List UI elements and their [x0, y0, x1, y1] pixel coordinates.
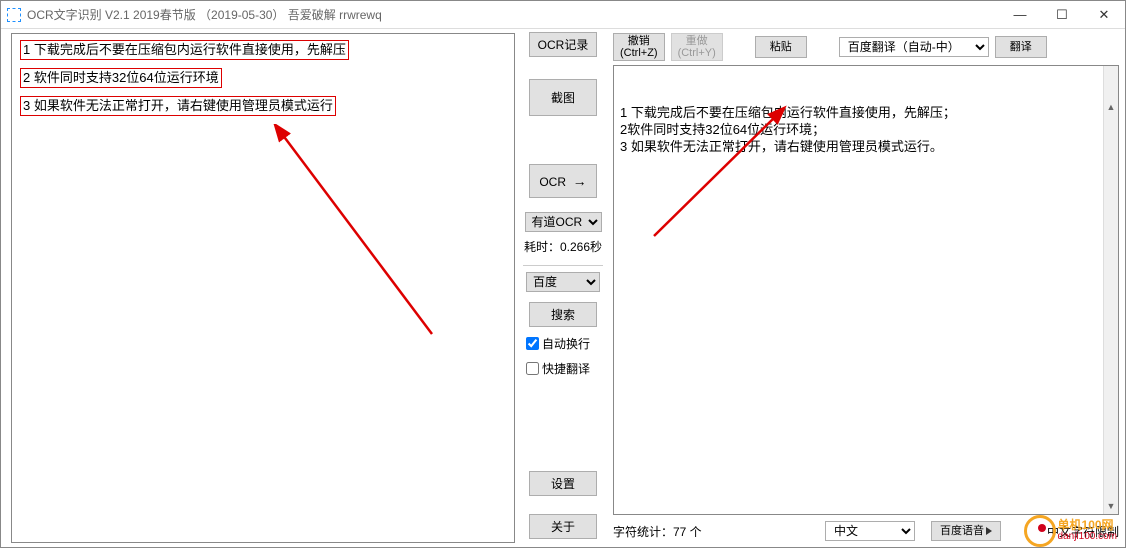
scrollbar-vertical[interactable]: ▲ ▼: [1103, 66, 1118, 514]
scroll-up-icon[interactable]: ▲: [1104, 100, 1118, 115]
app-window: OCR文字识别 V2.1 2019春节版 （2019-05-30） 吾爱破解 r…: [0, 0, 1126, 548]
search-engine-select[interactable]: 百度: [526, 272, 600, 292]
char-count-label: 字符统计：77 个: [613, 523, 702, 540]
minimize-button[interactable]: —: [999, 1, 1041, 28]
search-button[interactable]: 搜索: [529, 302, 597, 327]
maximize-button[interactable]: ☐: [1041, 1, 1083, 28]
window-title: OCR文字识别 V2.1 2019春节版 （2019-05-30） 吾爱破解 r…: [27, 6, 999, 23]
app-icon: [7, 8, 21, 22]
char-limit-label: 中文字符限制: [1047, 523, 1119, 540]
arrow-right-icon: →: [573, 173, 587, 189]
about-button[interactable]: 关于: [529, 514, 597, 539]
control-panel: OCR记录 截图 OCR → 有道OCR 耗时：0.266秒 百度 搜索 自动换…: [515, 29, 611, 547]
annotation-arrow-left: [272, 124, 452, 344]
titlebar: OCR文字识别 V2.1 2019春节版 （2019-05-30） 吾爱破解 r…: [1, 1, 1125, 29]
autowrap-checkbox[interactable]: [526, 337, 539, 350]
settings-button[interactable]: 设置: [529, 471, 597, 496]
status-bar: 字符统计：77 个 中文 百度语音 中文字符限制: [613, 519, 1119, 543]
window-controls: — ☐ ✕: [999, 1, 1125, 28]
output-textarea[interactable]: 1 下载完成后不要在压缩包内运行软件直接使用，先解压； 2软件同时支持32位64…: [613, 65, 1119, 515]
timing-label: 耗时：0.266秒: [524, 238, 602, 255]
quicktrans-checkbox[interactable]: [526, 362, 539, 375]
play-icon: [986, 527, 992, 535]
ocr-engine-select[interactable]: 有道OCR: [525, 212, 602, 232]
ocr-box-3: 3 如果软件无法正常打开，请右键使用管理员模式运行: [20, 96, 336, 116]
translate-button[interactable]: 翻译: [995, 36, 1047, 58]
divider: [523, 265, 603, 266]
ocr-record-button[interactable]: OCR记录: [529, 32, 597, 57]
ocr-button[interactable]: OCR →: [529, 164, 597, 198]
voice-button[interactable]: 百度语音: [931, 521, 1001, 541]
ocr-box-1: 1 下载完成后不要在压缩包内运行软件直接使用，先解压: [20, 40, 349, 60]
output-panel: 撤销 (Ctrl+Z) 重做 (Ctrl+Y) 粘贴 百度翻译（自动-中） 翻译…: [611, 29, 1125, 547]
body-area: 1 下载完成后不要在压缩包内运行软件直接使用，先解压 2 软件同时支持32位64…: [1, 29, 1125, 547]
translate-engine-select[interactable]: 百度翻译（自动-中）: [839, 37, 989, 57]
autowrap-row[interactable]: 自动换行: [526, 335, 600, 352]
output-toolbar: 撤销 (Ctrl+Z) 重做 (Ctrl+Y) 粘贴 百度翻译（自动-中） 翻译: [613, 33, 1119, 61]
annotation-arrow-right: [614, 66, 814, 246]
screenshot-button[interactable]: 截图: [529, 79, 597, 116]
ocr-box-2: 2 软件同时支持32位64位运行环境: [20, 68, 222, 88]
quicktrans-row[interactable]: 快捷翻译: [526, 360, 600, 377]
redo-button[interactable]: 重做 (Ctrl+Y): [671, 33, 723, 61]
paste-button[interactable]: 粘贴: [755, 36, 807, 58]
language-select[interactable]: 中文: [825, 521, 915, 541]
image-preview-panel: 1 下载完成后不要在压缩包内运行软件直接使用，先解压 2 软件同时支持32位64…: [11, 33, 515, 543]
undo-button[interactable]: 撤销 (Ctrl+Z): [613, 33, 665, 61]
close-button[interactable]: ✕: [1083, 1, 1125, 28]
scroll-down-icon[interactable]: ▼: [1104, 499, 1118, 514]
